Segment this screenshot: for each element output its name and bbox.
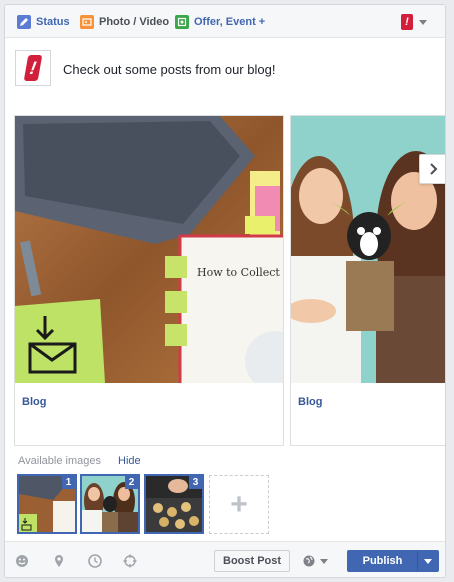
chevron-right-icon (430, 163, 438, 175)
chevron-down-icon (419, 19, 427, 25)
audience-selector[interactable] (303, 555, 328, 567)
tab-photo-video[interactable]: Photo / Video (80, 14, 169, 30)
pencil-icon (17, 15, 31, 29)
image-thumb[interactable]: 2 (80, 474, 140, 534)
card-image-desk: How to Collect & Bu (15, 116, 283, 383)
page-logo-icon: ! (401, 14, 413, 30)
tab-offer-event[interactable]: Offer, Event + (175, 14, 265, 30)
post-composer: Status Photo / Video Offer, Event + ! ! … (4, 4, 446, 578)
tab-photo-video-label: Photo / Video (99, 16, 170, 28)
publish-button[interactable]: Publish (348, 551, 418, 571)
image-thumb[interactable]: 3 (144, 474, 204, 534)
chevron-down-icon (320, 558, 328, 564)
composer-tabs: Status Photo / Video Offer, Event + ! (5, 5, 445, 38)
location-pin-icon[interactable] (52, 554, 66, 568)
card-label: Blog (22, 396, 47, 408)
svg-text:How to Collect & Bu: How to Collect & Bu (197, 266, 283, 279)
thumb-number: 1 (62, 476, 75, 489)
hide-link[interactable]: Hide (118, 455, 141, 467)
publish-button-group: Publish (347, 550, 439, 572)
thumb-number: 3 (189, 476, 202, 489)
carousel-next-button[interactable] (419, 154, 445, 184)
tab-offer-event-label: Offer, Event + (194, 16, 266, 28)
publish-options-button[interactable] (418, 551, 438, 571)
plus-icon: + (230, 487, 248, 521)
photo-icon (80, 15, 94, 29)
tab-status-label: Status (36, 16, 70, 28)
carousel: How to Collect & Bu Blog (14, 115, 445, 446)
page-selector[interactable]: ! (401, 13, 427, 31)
card-label: Blog (298, 396, 323, 408)
post-message[interactable]: Check out some posts from our blog! (63, 62, 275, 77)
page-avatar: ! (15, 50, 51, 86)
clock-icon[interactable] (88, 554, 102, 568)
add-image-button[interactable]: + (209, 475, 269, 534)
image-thumb[interactable]: 1 (17, 474, 77, 534)
offer-icon (175, 15, 189, 29)
boost-post-button[interactable]: Boost Post (214, 550, 291, 572)
available-images-label: Available images (18, 455, 101, 467)
smiley-icon[interactable] (15, 554, 29, 568)
page-logo-icon: ! (23, 55, 43, 81)
thumb-number: 2 (125, 476, 138, 489)
carousel-card[interactable]: How to Collect & Bu Blog (14, 115, 284, 446)
composer-footer: Boost Post Publish (5, 541, 445, 577)
globe-icon (303, 555, 315, 567)
tab-status[interactable]: Status (17, 14, 70, 30)
chevron-down-icon (424, 558, 432, 564)
target-icon[interactable] (123, 554, 137, 568)
